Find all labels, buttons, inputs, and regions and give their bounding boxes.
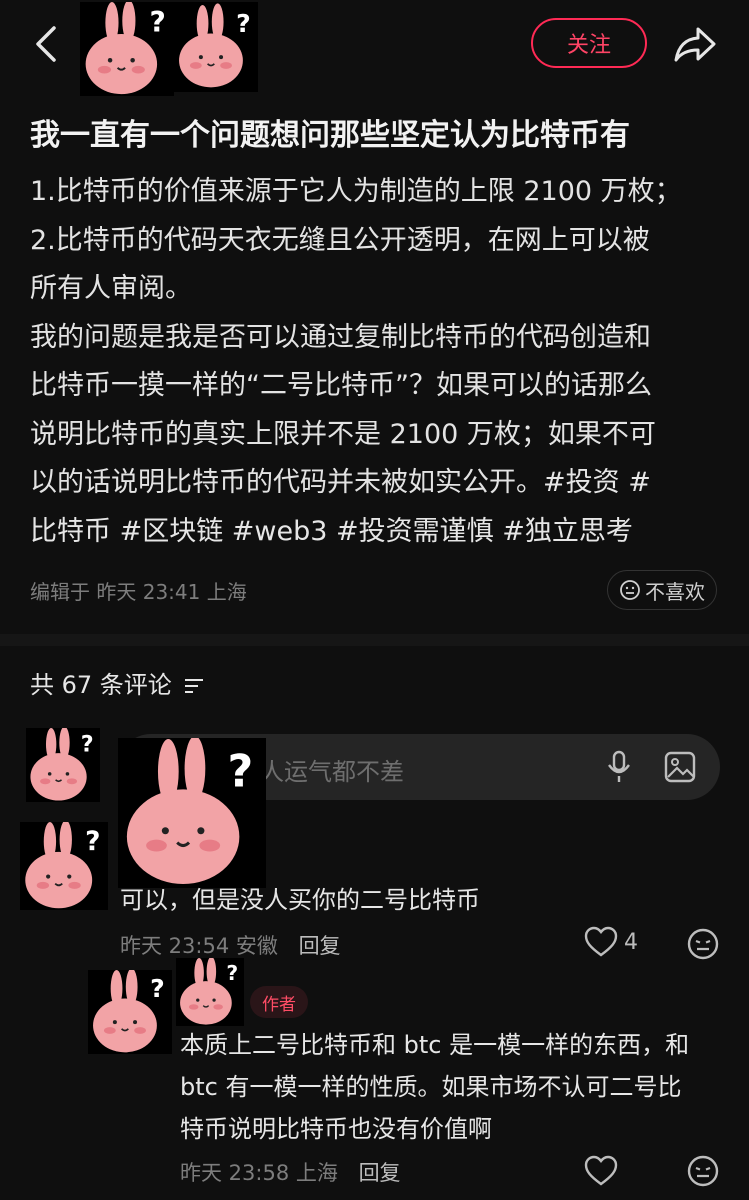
post-line: 2.比特币的代码天衣无缝且公开透明，在网上可以被 xyxy=(30,224,650,256)
reply-line: 特币说明比特币也没有价值啊 xyxy=(180,1115,492,1143)
post-meta: 编辑于 昨天 23:41 上海 xyxy=(30,580,247,604)
post-title: 我一直有一个问题想问那些坚定认为比特币有 xyxy=(30,118,630,153)
dislike-label: 不喜欢 xyxy=(645,579,705,604)
post-line: 以的话说明比特币的代码并未被如实公开。 xyxy=(30,467,543,498)
author-reply-avatar-sticker xyxy=(176,958,244,1026)
floating-sticker xyxy=(118,738,266,888)
like-button[interactable]: 4 xyxy=(584,926,638,958)
image-icon[interactable] xyxy=(664,751,696,783)
sort-icon[interactable] xyxy=(183,677,205,695)
share-icon xyxy=(674,27,716,62)
comment-text: 可以，但是没人买你的二号比特币 xyxy=(120,886,480,914)
emoji-reaction-icon[interactable] xyxy=(686,927,720,961)
follow-button[interactable]: 关注 xyxy=(531,18,647,68)
reply-button[interactable]: 回复 xyxy=(299,934,341,958)
reply-line: btc 有一模一样的性质。如果市场不认可二号比 xyxy=(180,1073,682,1101)
my-avatar xyxy=(26,728,100,802)
reply-text: 本质上二号比特币和 btc 是一模一样的东西，和 btc 有一模一样的性质。如果… xyxy=(180,1024,730,1150)
emoji-reaction-icon[interactable] xyxy=(686,1154,720,1188)
post-line: 说明比特币的真实上限并不是 2100 万枚；如果不可 xyxy=(30,418,656,450)
neutral-face-icon xyxy=(620,580,640,600)
author-avatar-sticker xyxy=(174,2,258,92)
reply-meta: 昨天 23:58 上海 xyxy=(180,1161,338,1185)
post-line: 所有人审阅。 xyxy=(30,273,192,304)
microphone-icon[interactable] xyxy=(606,750,632,784)
heart-icon[interactable] xyxy=(584,1155,618,1187)
post-line: 1.比特币的价值来源于它人为制造的上限 2100 万枚； xyxy=(30,176,682,207)
hashtag-links[interactable]: 比特币 #区块链 #web3 #投资需谨慎 #独立思考 xyxy=(30,508,730,557)
comment-input-placeholder: 人运气都不差 xyxy=(260,758,404,786)
author-avatar[interactable] xyxy=(80,2,174,96)
section-divider xyxy=(0,634,749,646)
reply-reply-button[interactable]: 回复 xyxy=(359,1161,401,1185)
back-button[interactable] xyxy=(30,24,64,64)
heart-icon xyxy=(584,926,618,957)
author-badge: 作者 xyxy=(250,986,308,1018)
post-line: 我的问题是我是否可以通过复制比特币的代码创造和 xyxy=(30,321,651,353)
post-line: 比特币一摸一样的“二号比特币”？如果可以的话那么 xyxy=(30,370,652,401)
like-count: 4 xyxy=(624,929,638,955)
share-button[interactable] xyxy=(672,24,718,64)
reply-line: 本质上二号比特币和 btc 是一模一样的东西，和 xyxy=(180,1031,690,1059)
commenter-avatar[interactable] xyxy=(20,822,108,910)
post-body: 1.比特币的价值来源于它人为制造的上限 2100 万枚； 2.比特币的代码天衣无… xyxy=(30,168,730,556)
comment-meta: 昨天 23:54 安徽 xyxy=(120,934,278,958)
hashtag-link[interactable]: #投资 # xyxy=(543,467,651,498)
dislike-button[interactable]: 不喜欢 xyxy=(607,570,717,610)
author-reply-avatar[interactable] xyxy=(88,970,172,1054)
comment-count: 共 67 条评论 xyxy=(30,665,205,700)
chevron-left-icon xyxy=(36,26,56,62)
